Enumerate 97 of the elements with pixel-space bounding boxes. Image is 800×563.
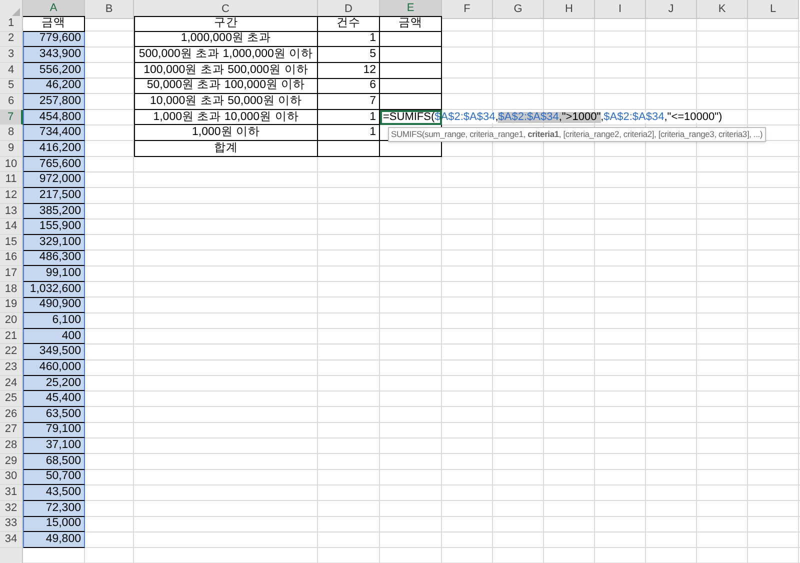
amount-cell: 343,900 [23,47,85,63]
column-heading: 건수 [318,16,380,32]
row-header[interactable]: 10 [0,156,23,172]
count-cell: 1 [318,110,380,126]
row-header[interactable]: 14 [0,219,23,235]
amount-cell: 765,600 [23,156,85,172]
amount-cell: 6,100 [23,313,85,329]
amount-cell: 416,200 [23,141,85,157]
row-header[interactable]: 24 [0,376,23,392]
total-label: 합계 [134,141,318,157]
row-header[interactable]: 31 [0,485,23,501]
amount-cell: 329,100 [23,234,85,251]
range-cell: 10,000원 초과 50,000원 이하 [134,94,318,110]
amount-cell: 63,500 [23,407,85,423]
amount-cell: 460,000 [23,360,85,376]
column-header[interactable]: H [544,0,595,18]
amount-cell: 50,700 [23,470,85,486]
row-header[interactable]: 2 [0,32,23,48]
amount-cell: 25,200 [23,376,85,392]
amount-cell: 972,000 [23,172,85,188]
amount-cell: 257,800 [23,94,85,110]
column-heading: 구간 [134,16,318,32]
amount-cell: 490,900 [23,298,85,314]
amount-cell: 99,100 [23,266,85,282]
row-header[interactable]: 33 [0,516,23,532]
column-header[interactable]: B [85,0,134,18]
row-header[interactable]: 3 [0,47,23,63]
row-header[interactable]: 4 [0,62,23,79]
range-cell: 1,000,000원 초과 [134,32,318,48]
amount-cell: 400 [23,328,85,344]
amount-cell: 734,400 [23,125,85,142]
function-tooltip: SUMIFS(sum_range, criteria_range1, criteria1, [criteria_range2, criteria2], [criteria_range3, criteria3], ...) [388,126,766,142]
amount-cell: 1,032,600 [23,282,85,298]
range-cell: 500,000원 초과 1,000,000원 이하 [134,47,318,63]
amount-cell: 217,500 [23,188,85,204]
row-header[interactable]: 7 [0,110,23,126]
amount-cell: 349,500 [23,344,85,360]
range-cell: 100,000원 초과 500,000원 이하 [134,62,318,79]
count-cell: 1 [318,125,380,142]
count-cell: 6 [318,78,380,94]
row-header[interactable]: 6 [0,94,23,110]
count-cell: 1 [318,32,380,48]
row-header[interactable]: 25 [0,391,23,408]
amount-cell: 37,100 [23,438,85,454]
range-cell: 50,000원 초과 100,000원 이하 [134,78,318,94]
column-header[interactable]: J [646,0,697,18]
row-header[interactable]: 12 [0,188,23,204]
amount-cell: 779,600 [23,32,85,48]
row-header[interactable]: 22 [0,344,23,360]
amount-cell: 79,100 [23,422,85,438]
amount-cell: 385,200 [23,204,85,220]
amount-cell: 72,300 [23,500,85,516]
column-heading: 금액 [23,16,85,32]
row-header[interactable]: 16 [0,250,23,266]
row-header[interactable]: 8 [0,125,23,142]
row-header[interactable]: 30 [0,470,23,486]
row-header[interactable]: 13 [0,204,23,220]
amount-cell: 486,300 [23,250,85,266]
amount-cell: 15,000 [23,516,85,532]
row-header[interactable]: 17 [0,266,23,282]
row-header[interactable]: 1 [0,16,23,32]
row-header[interactable]: 26 [0,407,23,423]
amount-cell: 155,900 [23,219,85,235]
row-header[interactable]: 15 [0,234,23,251]
triangle-icon [12,8,20,16]
row-header[interactable]: 23 [0,360,23,376]
column-header[interactable]: G [493,0,544,18]
row-header[interactable]: 32 [0,500,23,516]
amount-cell: 43,500 [23,485,85,501]
row-header[interactable] [0,548,23,563]
row-header[interactable]: 9 [0,141,23,157]
row-header[interactable]: 5 [0,78,23,94]
row-header[interactable]: 19 [0,298,23,314]
row-header[interactable]: 11 [0,172,23,188]
row-header[interactable]: 34 [0,532,23,548]
count-cell: 5 [318,47,380,63]
amount-cell: 556,200 [23,62,85,79]
amount-cell: 46,200 [23,78,85,94]
row-header[interactable]: 27 [0,422,23,438]
count-cell: 12 [318,62,380,79]
row-header[interactable]: 18 [0,282,23,298]
count-cell: 7 [318,94,380,110]
column-header[interactable]: F [442,0,493,18]
range-cell: 1,000원 초과 10,000원 이하 [134,110,318,126]
amount-cell: 49,800 [23,532,85,548]
row-header[interactable]: 28 [0,438,23,454]
row-header[interactable]: 21 [0,328,23,344]
column-header[interactable]: K [697,0,748,18]
row-header[interactable]: 29 [0,454,23,470]
amount-cell: 68,500 [23,454,85,470]
column-heading: 금액 [380,16,442,32]
amount-cell: 45,400 [23,391,85,408]
column-header[interactable]: L [748,0,799,18]
row-header[interactable]: 20 [0,313,23,329]
amount-cell: 454,800 [23,110,85,126]
column-header[interactable]: I [595,0,646,18]
range-cell: 1,000원 이하 [134,125,318,142]
